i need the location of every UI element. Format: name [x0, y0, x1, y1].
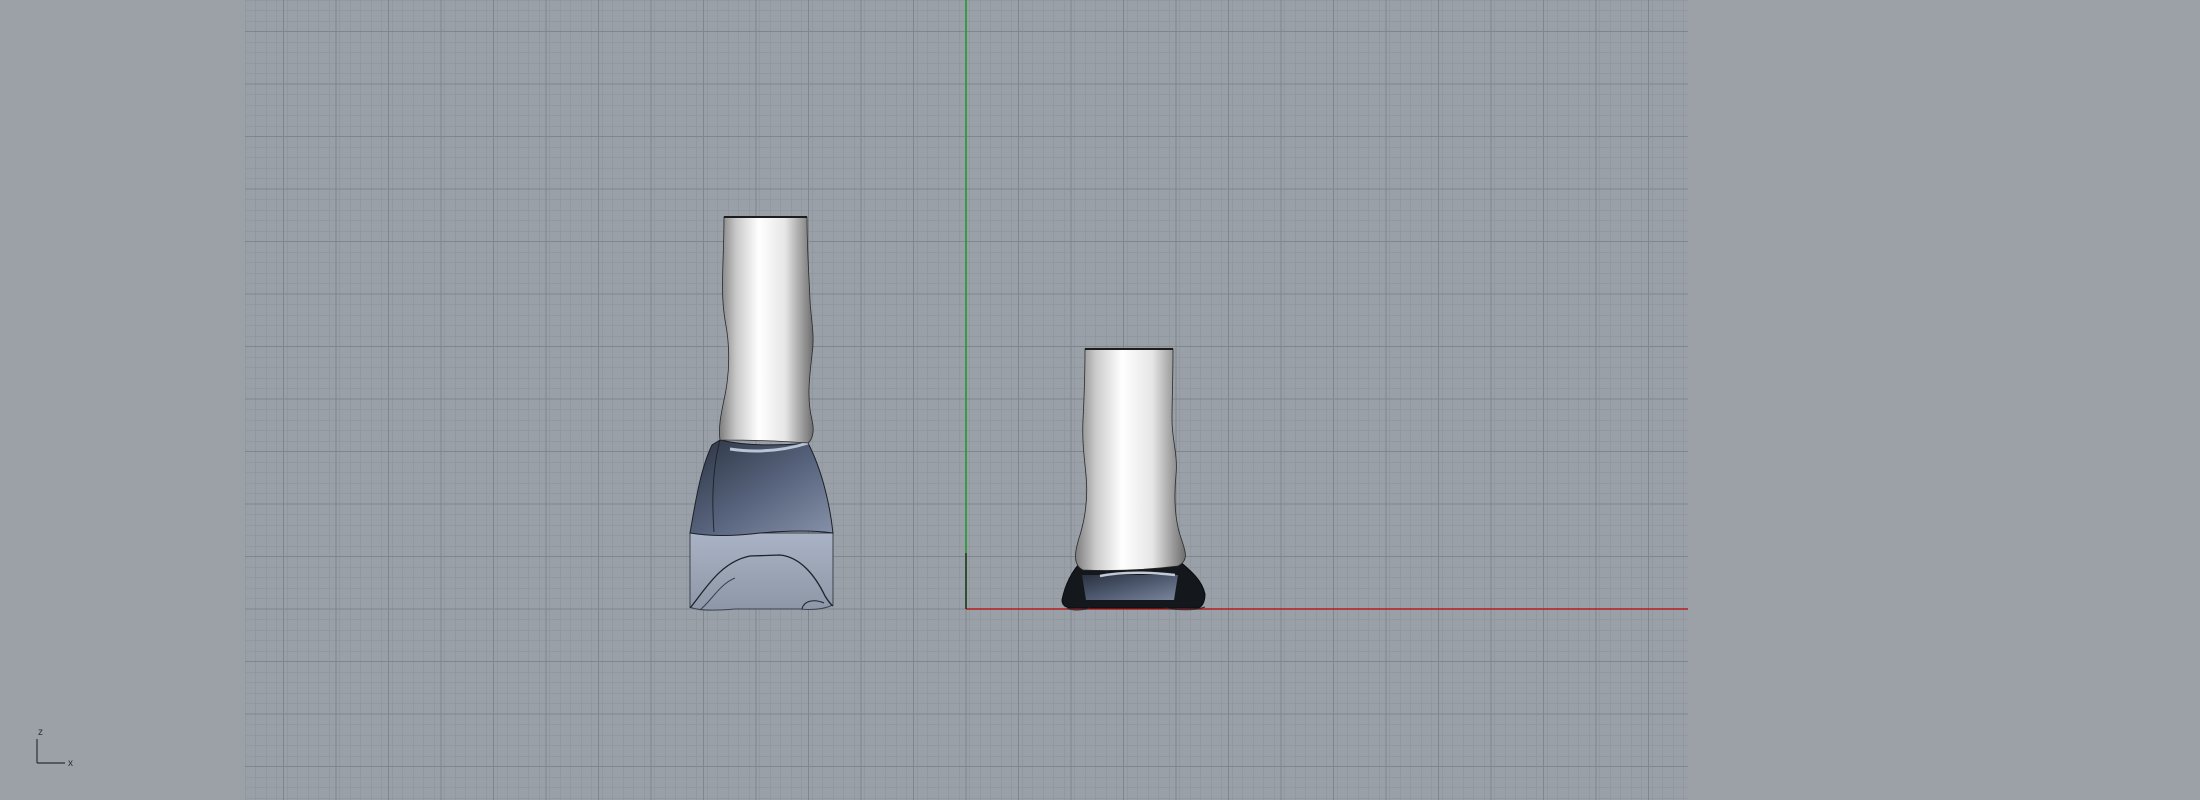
front-viewport[interactable]: z x [0, 0, 2200, 800]
axis-widget-x-label: x [68, 758, 73, 769]
axis-widget: z x [36, 727, 73, 769]
viewport-canvas[interactable]: z x [0, 0, 2200, 800]
axis-widget-z-label: z [38, 727, 43, 738]
